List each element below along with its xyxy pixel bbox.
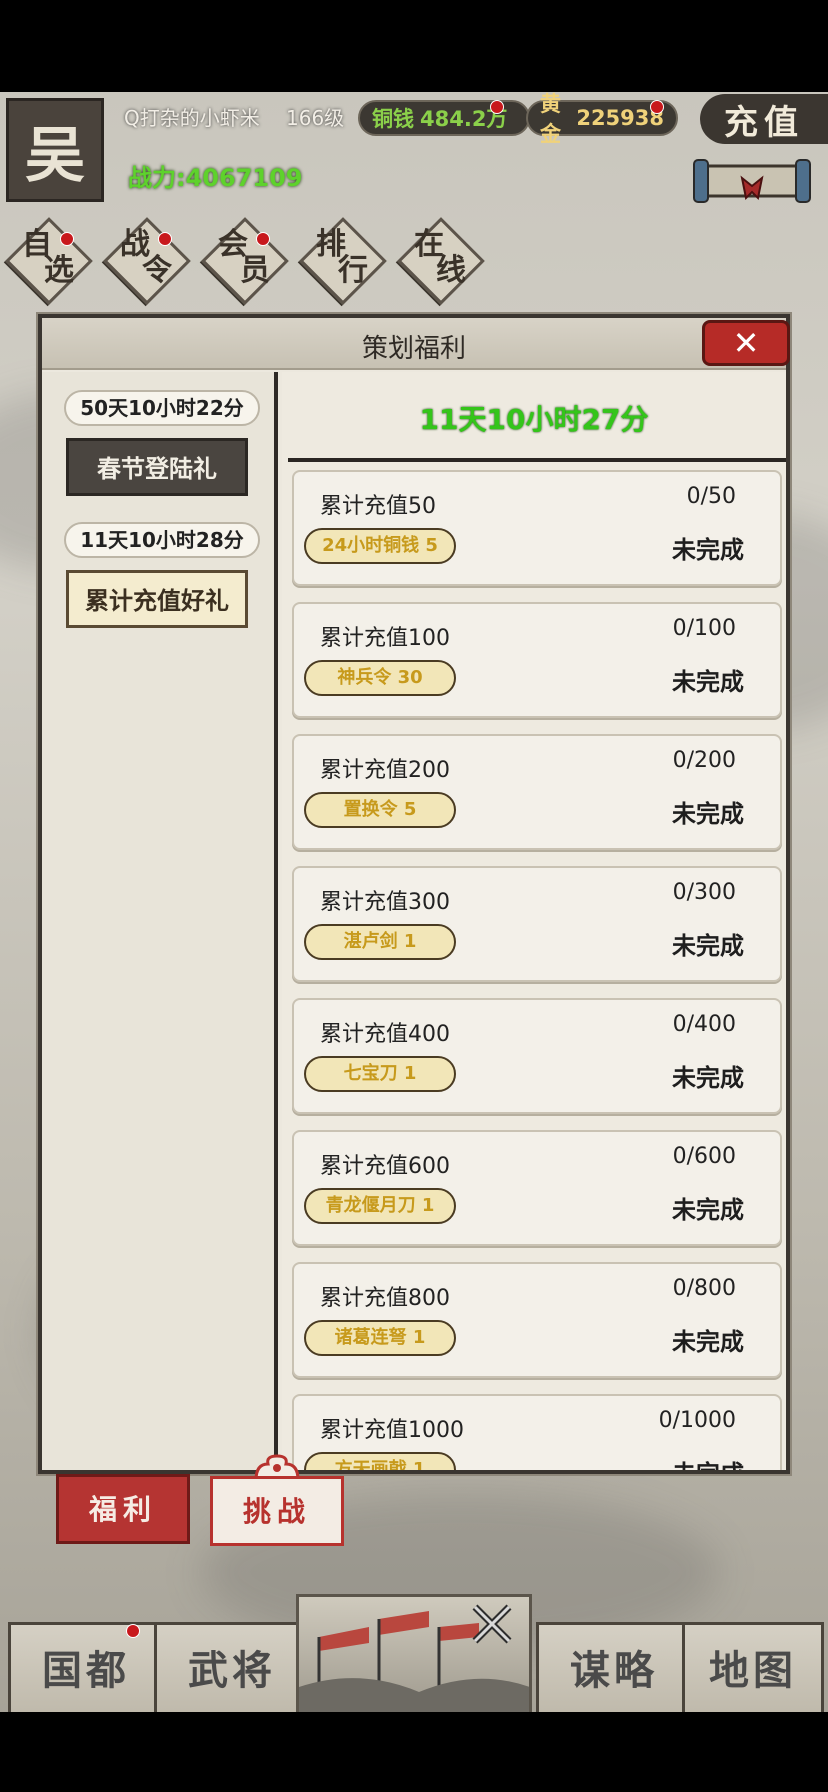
menu-char: 线 — [436, 253, 466, 288]
menu-char: 令 — [142, 253, 172, 288]
combat-power: 战力:4067109 — [128, 164, 303, 192]
tab-challenge[interactable]: 挑战 — [210, 1476, 344, 1546]
menu-char: 选 — [44, 253, 74, 288]
event-timer: 11天10小时27分 — [419, 403, 649, 436]
menu-online[interactable]: 在线 — [397, 217, 485, 305]
nav-map[interactable]: 地图 — [682, 1622, 824, 1712]
close-button[interactable]: ✕ — [702, 320, 790, 366]
reward-progress: 0/800 — [672, 1276, 736, 1301]
reward-item[interactable]: 置换令 5 — [304, 792, 456, 828]
reward-progress: 0/50 — [686, 484, 736, 509]
reward-status[interactable]: 未完成 — [672, 1058, 744, 1093]
reward-progress: 0/300 — [672, 880, 736, 905]
reward-name: 累计充值100 — [320, 626, 450, 651]
reward-row: 累计充值100 0/100 神兵令 30 未完成 — [292, 602, 782, 718]
notification-dot — [60, 232, 74, 246]
reward-status[interactable]: 未完成 — [672, 1190, 744, 1225]
battle-scene-icon — [299, 1604, 529, 1712]
reward-status[interactable]: 未完成 — [672, 530, 744, 565]
reward-row: 累计充值1000 0/1000 方天画戟 1 未完成 — [292, 1394, 782, 1470]
reward-status[interactable]: 未完成 — [672, 1322, 744, 1357]
menu-ranking[interactable]: 排行 — [299, 217, 387, 305]
menu-membership[interactable]: 会员 — [201, 217, 289, 305]
player-name: Q打杂的小虾米 — [124, 106, 260, 130]
reward-item[interactable]: 24小时铜钱 5 — [304, 528, 456, 564]
reward-progress: 0/200 — [672, 748, 736, 773]
reward-name: 累计充值300 — [320, 890, 450, 915]
reward-row: 累计充值800 0/800 诸葛连弩 1 未完成 — [292, 1262, 782, 1378]
reward-row: 累计充值200 0/200 置换令 5 未完成 — [292, 734, 782, 850]
menu-char: 行 — [338, 253, 368, 288]
reward-name: 累计充值600 — [320, 1154, 450, 1179]
player-level: 166级 — [286, 106, 345, 130]
reward-item[interactable]: 七宝刀 1 — [304, 1056, 456, 1092]
reward-status[interactable]: 未完成 — [672, 926, 744, 961]
menu-self-select[interactable]: 自选 — [5, 217, 93, 305]
reward-row: 累计充值300 0/300 湛卢剑 1 未完成 — [292, 866, 782, 982]
notification-dot — [650, 100, 664, 114]
reward-item[interactable]: 方天画戟 1 — [304, 1452, 456, 1470]
category-spring-login[interactable]: 春节登陆礼 — [66, 438, 248, 496]
game-screen: 吴 Q打杂的小虾米 166级 铜钱 484.2万 黄金 225938 充值 战力… — [0, 92, 828, 1712]
reward-name: 累计充值800 — [320, 1286, 450, 1311]
reward-item[interactable]: 神兵令 30 — [304, 660, 456, 696]
reward-name: 累计充值1000 — [320, 1418, 464, 1443]
reward-item[interactable]: 青龙偃月刀 1 — [304, 1188, 456, 1224]
reward-progress: 0/1000 — [658, 1408, 736, 1433]
reward-row: 累计充值600 0/600 青龙偃月刀 1 未完成 — [292, 1130, 782, 1246]
reward-name: 累计充值200 — [320, 758, 450, 783]
welfare-modal: 策划福利 ✕ 50天10小时22分 春节登陆礼 11天10小时28分 累计充值好… — [38, 314, 790, 1474]
reward-status[interactable]: 未完成 — [672, 794, 744, 829]
reward-status[interactable]: 未完成 — [672, 1454, 744, 1470]
menu-char: 员 — [240, 253, 270, 288]
category-cumulative-recharge[interactable]: 累计充值好礼 — [66, 570, 248, 628]
nav-capital[interactable]: 国都 — [8, 1622, 164, 1712]
reward-row: 累计充值400 0/400 七宝刀 1 未完成 — [292, 998, 782, 1114]
reward-item[interactable]: 湛卢剑 1 — [304, 924, 456, 960]
notification-dot — [256, 232, 270, 246]
gold-label: 黄金 — [540, 92, 561, 146]
reward-progress: 0/600 — [672, 1144, 736, 1169]
reward-name: 累计充值50 — [320, 494, 436, 519]
modal-header: 策划福利 — [42, 318, 786, 370]
modal-title: 策划福利 — [361, 334, 466, 364]
reward-panel: 11天10小时27分 累计充值50 0/50 24小时铜钱 5 未完成 累计充值… — [282, 372, 786, 1470]
menu-battle-pass[interactable]: 战令 — [103, 217, 191, 305]
reward-progress: 0/400 — [672, 1012, 736, 1037]
divider — [288, 458, 786, 462]
category-list: 50天10小时22分 春节登陆礼 11天10小时28分 累计充值好礼 — [42, 372, 278, 1470]
nav-strategy[interactable]: 谋略 — [536, 1622, 692, 1712]
category-timer: 50天10小时22分 — [64, 390, 260, 426]
reward-item[interactable]: 诸葛连弩 1 — [304, 1320, 456, 1356]
reward-name: 累计充值400 — [320, 1022, 450, 1047]
nav-generals[interactable]: 武将 — [154, 1622, 310, 1712]
notification-dot — [158, 232, 172, 246]
close-icon: ✕ — [732, 324, 760, 362]
recharge-button[interactable]: 充值 — [700, 94, 828, 144]
battle-button[interactable] — [296, 1594, 532, 1712]
notification-dot — [490, 100, 504, 114]
category-timer: 11天10小时28分 — [64, 522, 260, 558]
reward-row: 累计充值50 0/50 24小时铜钱 5 未完成 — [292, 470, 782, 586]
copper-currency[interactable]: 铜钱 484.2万 — [358, 100, 530, 136]
scroll-icon[interactable] — [692, 154, 816, 214]
reward-status[interactable]: 未完成 — [672, 662, 744, 697]
tab-welfare[interactable]: 福利 — [56, 1474, 190, 1544]
notification-dot — [126, 1624, 140, 1638]
kingdom-badge[interactable]: 吴 — [6, 98, 104, 202]
reward-progress: 0/100 — [672, 616, 736, 641]
copper-label: 铜钱 — [372, 107, 414, 131]
